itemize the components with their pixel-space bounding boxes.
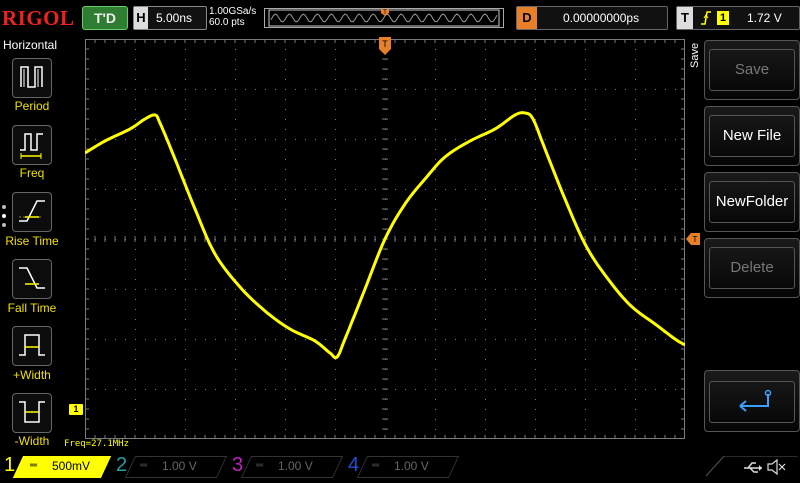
return-frame	[709, 381, 795, 423]
fall-time-button[interactable]	[12, 259, 52, 299]
delay-display[interactable]: D 0.00000000ps	[516, 6, 668, 30]
memory-map: T	[264, 8, 504, 28]
dc-coupling-icon: ═	[372, 460, 380, 471]
channel2-number: 2	[116, 454, 128, 476]
channel3-scale: 1.00 V	[278, 459, 313, 473]
delete-label: Delete	[709, 247, 795, 289]
new-file-button[interactable]: New File	[704, 106, 800, 166]
rise-time-button[interactable]	[12, 192, 52, 232]
channel4-indicator[interactable]: 4 ═ 1.00 V	[344, 454, 460, 478]
freq-button[interactable]	[12, 125, 52, 165]
dc-coupling-icon: ═	[140, 460, 148, 471]
channel1-scale: 500mV	[52, 459, 91, 473]
channel2-indicator[interactable]: 2 ═ 1.00 V	[112, 454, 228, 478]
rise-time-icon	[19, 200, 45, 222]
channel4-scale: 1.00 V	[394, 459, 429, 473]
waveform-display[interactable]	[84, 38, 686, 440]
memory-depth: 60.0 pts	[209, 17, 245, 28]
period-button[interactable]	[12, 58, 52, 98]
delete-button[interactable]: Delete	[704, 238, 800, 298]
rigol-logo: RIGOL	[2, 6, 75, 30]
rise-time-label: Rise Time	[5, 234, 59, 248]
speaker-muted-icon	[767, 458, 786, 476]
fall-time-icon	[19, 267, 45, 289]
svg-text:T: T	[382, 39, 388, 49]
return-button[interactable]	[704, 370, 800, 432]
positive-width-button[interactable]	[12, 326, 52, 366]
channel1-number: 1	[4, 454, 16, 476]
new-file-label: New File	[709, 115, 795, 157]
page-dot-1	[2, 205, 6, 209]
negative-width-icon	[19, 401, 45, 423]
period-label: Period	[14, 99, 50, 113]
trigger-display[interactable]: T 1 1.72 V	[676, 6, 800, 30]
channel3-number: 3	[232, 454, 244, 476]
fall-time-label: Fall Time	[7, 301, 57, 315]
trigger-position-marker[interactable]: T	[379, 37, 391, 62]
svg-text:T: T	[693, 235, 698, 244]
memory-waveform-preview: T	[268, 9, 500, 27]
freq-icon	[20, 133, 43, 159]
trigger-label: T	[677, 7, 693, 29]
delay-value: 0.00000000ps	[563, 11, 640, 25]
svg-text:T: T	[383, 10, 387, 16]
horizontal-menu-title: Horizontal	[3, 38, 58, 52]
save-menu-tab: Save	[689, 42, 701, 68]
positive-width-label: +Width	[13, 368, 51, 382]
new-folder-label: NewFolder	[709, 181, 795, 223]
save-button[interactable]: Save	[704, 40, 800, 100]
frequency-measurement: Freq=27.1MHz	[64, 439, 130, 449]
channel2-scale: 1.00 V	[162, 459, 197, 473]
channel4-number: 4	[348, 454, 360, 476]
horizontal-label: H	[134, 7, 148, 29]
trigger-level: 1.72 V	[747, 11, 782, 25]
trigger-source: 1	[717, 11, 729, 25]
channel3-indicator[interactable]: 3 ═ 1.00 V	[228, 454, 344, 478]
channel1-indicator[interactable]: 1 ═ 500mV	[0, 454, 112, 478]
page-dot-3	[2, 223, 6, 227]
trigger-level-marker[interactable]: T	[686, 232, 700, 250]
waveform-graticule	[84, 38, 686, 440]
positive-width-icon	[19, 334, 45, 356]
timebase-value: 5.00ns	[156, 11, 193, 25]
dc-coupling-icon: ═	[30, 460, 38, 471]
rising-edge-icon	[699, 9, 713, 30]
horizontal-timebase[interactable]: H 5.00ns	[133, 6, 207, 30]
period-icon	[20, 66, 43, 88]
negative-width-button[interactable]	[12, 393, 52, 433]
save-label: Save	[709, 49, 795, 91]
dc-coupling-icon: ═	[256, 460, 264, 471]
return-icon	[739, 389, 772, 412]
channel1-offset-marker[interactable]: 1	[69, 404, 83, 415]
status-icons	[705, 455, 798, 483]
delay-label: D	[517, 7, 537, 29]
page-dot-2	[2, 214, 6, 218]
freq-label: Freq	[19, 166, 45, 180]
sample-rate: 1.00GSa/s	[209, 6, 257, 17]
run-status-badge[interactable]: T'D	[82, 6, 128, 30]
new-folder-button[interactable]: NewFolder	[704, 172, 800, 232]
negative-width-label: -Width	[14, 434, 50, 448]
sample-info: 1.00GSa/s 60.0 pts	[209, 6, 256, 28]
